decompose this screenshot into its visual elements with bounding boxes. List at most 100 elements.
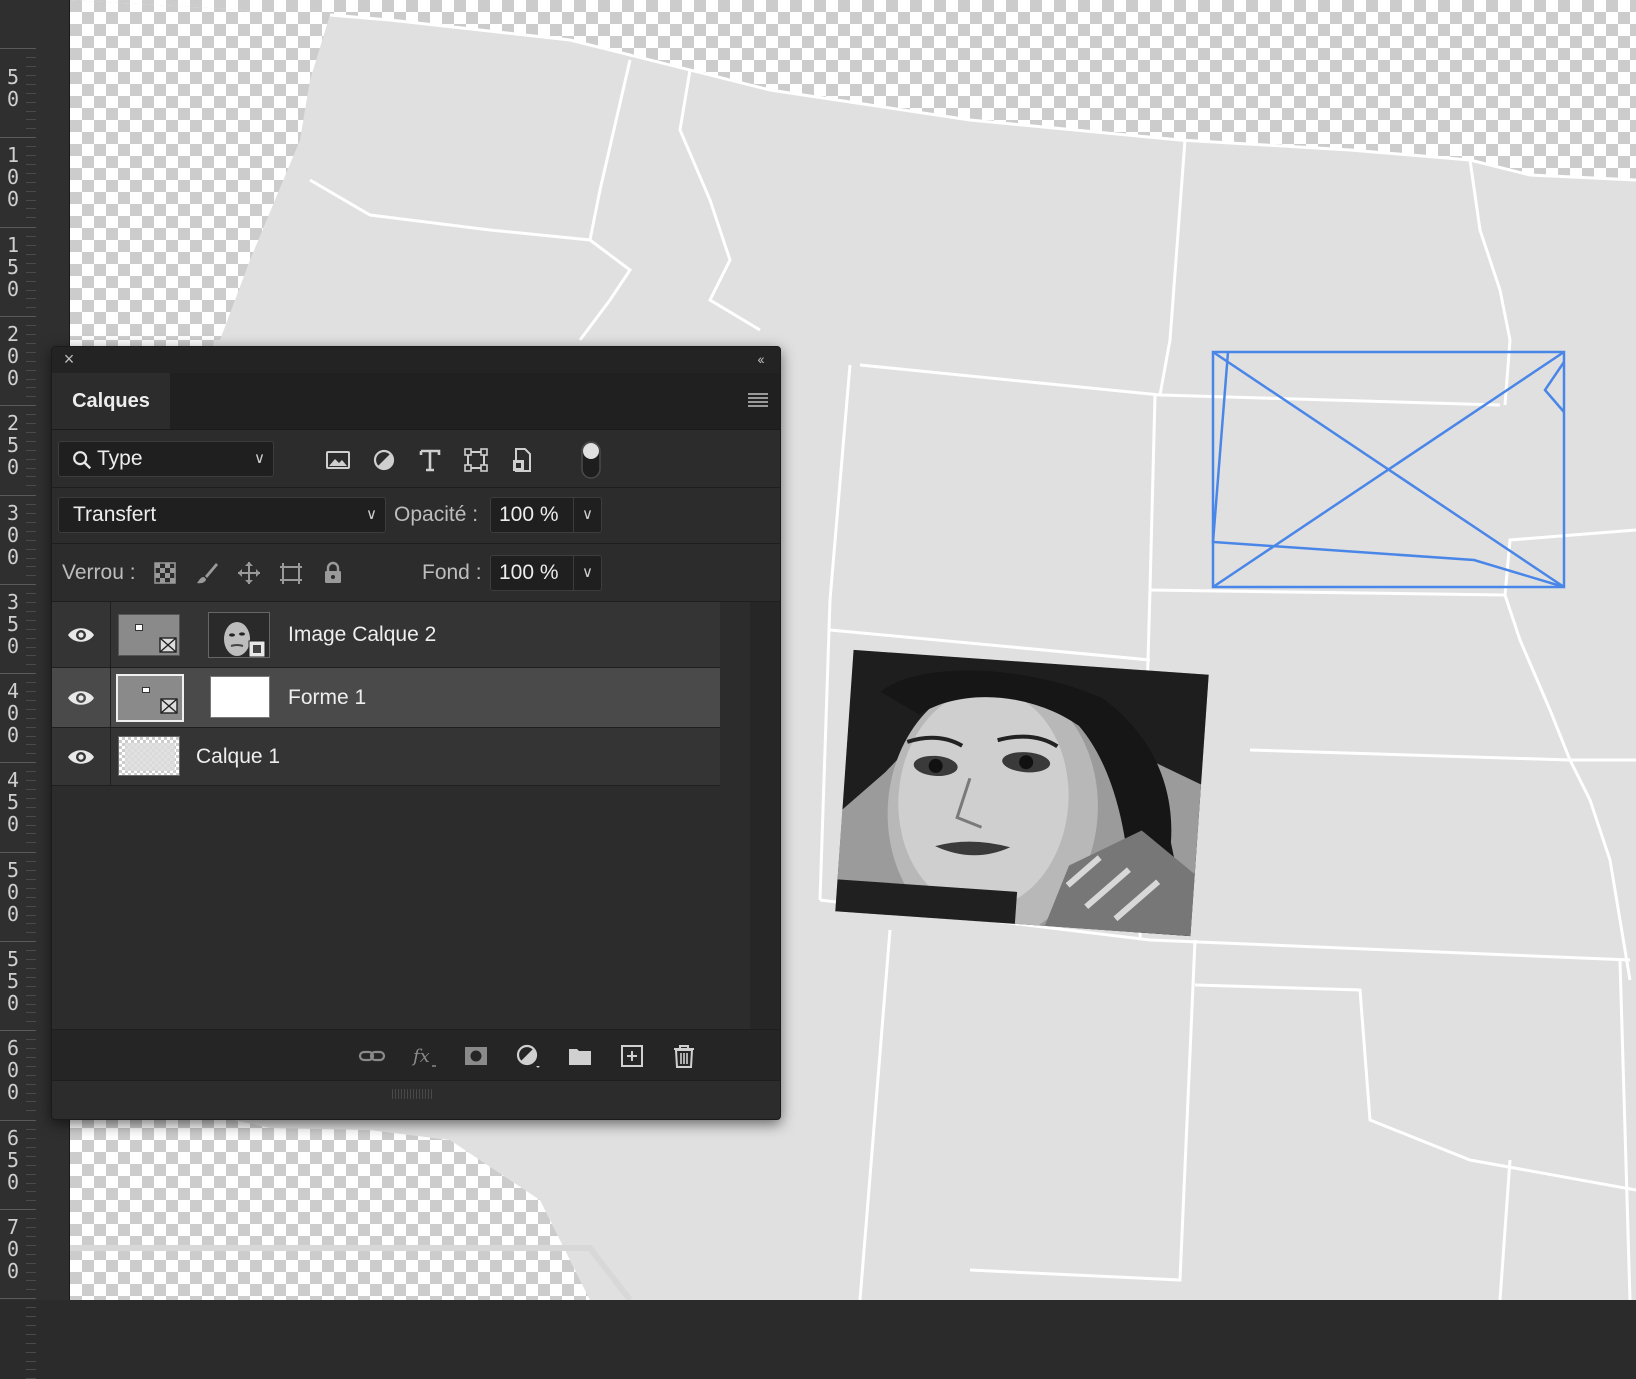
ruler-major-tick <box>0 762 36 763</box>
link-layers-icon[interactable] <box>358 1042 386 1070</box>
ruler-label: 150 <box>7 233 20 301</box>
ruler-minor-tick <box>26 906 36 907</box>
lock-label: Verrou : <box>62 561 136 584</box>
ruler-major-tick <box>0 1120 36 1121</box>
ruler-minor-tick <box>26 915 36 916</box>
ruler-minor-tick <box>26 549 36 550</box>
ruler-label: 550 <box>7 947 20 1015</box>
visibility-eye-icon[interactable] <box>66 747 96 767</box>
layer-name: Calque 1 <box>196 745 281 768</box>
blend-row: Transfert ∨ Opacité : 100 % ∨ <box>52 488 780 544</box>
ruler-minor-tick <box>26 1156 36 1157</box>
ruler-minor-tick <box>26 842 36 843</box>
ruler-major-tick <box>0 1030 36 1031</box>
delete-layer-icon[interactable] <box>670 1042 698 1070</box>
fx-icon[interactable]: fx <box>410 1042 438 1070</box>
fill-slider-button[interactable]: ∨ <box>574 555 602 591</box>
ruler-minor-tick <box>26 468 36 469</box>
ruler-minor-tick <box>26 1361 36 1362</box>
blend-mode-value: Transfert <box>73 503 157 526</box>
panel-title-bar[interactable]: × ‹‹ <box>52 347 780 374</box>
ruler-label: 400 <box>7 679 20 747</box>
ruler-minor-tick <box>26 325 36 326</box>
ruler-minor-tick <box>26 1066 36 1067</box>
visibility-eye-icon[interactable] <box>66 688 96 708</box>
panel-tab-bar: Calques <box>52 373 780 430</box>
ruler-minor-tick <box>26 387 36 388</box>
fill-input[interactable]: 100 % <box>490 555 574 591</box>
ruler-minor-tick <box>26 540 36 541</box>
layer-thumbnail <box>118 736 180 776</box>
image-filter-icon[interactable] <box>324 446 352 474</box>
type-filter-icon[interactable] <box>416 446 444 474</box>
ruler-minor-tick <box>26 441 36 442</box>
layer-calque-1[interactable]: Calque 1 <box>52 728 720 786</box>
filter-type-dropdown[interactable]: Type ∨ <box>58 441 274 477</box>
ruler-minor-tick <box>26 950 36 951</box>
ruler-minor-tick <box>26 432 36 433</box>
ruler-minor-tick <box>26 379 36 380</box>
ruler-minor-tick <box>26 263 36 264</box>
opacity-input[interactable]: 100 % <box>490 497 574 533</box>
close-panel-button[interactable]: × <box>60 349 78 369</box>
ruler-minor-tick <box>26 825 36 826</box>
ruler-major-tick <box>0 316 36 317</box>
ruler-minor-tick <box>26 593 36 594</box>
ruler-minor-tick <box>26 1004 36 1005</box>
collapse-panel-button[interactable]: ‹‹ <box>750 349 770 369</box>
ruler-minor-tick <box>26 736 36 737</box>
ruler-minor-tick <box>26 513 36 514</box>
panel-resize-grip[interactable] <box>392 1089 432 1099</box>
ruler-minor-tick <box>26 1227 36 1228</box>
ruler-minor-tick <box>26 968 36 969</box>
panel-menu-icon[interactable] <box>748 393 768 407</box>
ruler-minor-tick <box>26 57 36 58</box>
ruler-minor-tick <box>26 611 36 612</box>
layer-forme-1[interactable]: Forme 1 <box>52 668 720 728</box>
filter-row: Type ∨ <box>52 430 780 488</box>
ruler-minor-tick <box>26 298 36 299</box>
ruler-minor-tick <box>26 1289 36 1290</box>
ruler-minor-tick <box>26 888 36 889</box>
shape-filter-icon[interactable] <box>462 446 490 474</box>
adjustment-filter-icon[interactable] <box>370 446 398 474</box>
ruler-minor-tick <box>26 798 36 799</box>
ruler-minor-tick <box>26 1369 36 1370</box>
lock-all-icon[interactable] <box>320 560 346 586</box>
ruler-minor-tick <box>26 164 36 165</box>
new-layer-icon[interactable] <box>618 1042 646 1070</box>
ruler-minor-tick <box>26 727 36 728</box>
blend-mode-dropdown[interactable]: Transfert ∨ <box>58 497 386 533</box>
visibility-eye-icon[interactable] <box>66 625 96 645</box>
ruler-minor-tick <box>26 1325 36 1326</box>
layers-scrollbar[interactable] <box>750 602 780 1029</box>
lock-artboard-icon[interactable] <box>278 560 304 586</box>
smart-object-filter-icon[interactable] <box>508 446 536 474</box>
ruler-minor-tick <box>26 200 36 201</box>
ruler-minor-tick <box>26 861 36 862</box>
filter-toggle-icon[interactable] <box>580 440 602 480</box>
layer-image-calque-2[interactable]: Image Calque 2 <box>52 602 720 668</box>
filter-type-value: Type <box>97 447 143 470</box>
ruler-minor-tick <box>26 1084 36 1085</box>
ruler-minor-tick <box>26 111 36 112</box>
ruler-label: 200 <box>7 322 20 390</box>
lock-pixels-icon[interactable] <box>194 560 220 586</box>
new-adjustment-icon[interactable] <box>514 1042 542 1070</box>
ruler-label: 250 <box>7 411 20 479</box>
ruler-label: 650 <box>7 1126 20 1194</box>
add-mask-icon[interactable] <box>462 1042 490 1070</box>
tab-calques[interactable]: Calques <box>52 373 170 429</box>
new-group-icon[interactable] <box>566 1042 594 1070</box>
ruler-minor-tick <box>26 173 36 174</box>
ruler-minor-tick <box>26 1236 36 1237</box>
ruler-major-tick <box>0 852 36 853</box>
ruler-minor-tick <box>26 272 36 273</box>
ruler-minor-tick <box>26 370 36 371</box>
lock-transparency-icon[interactable] <box>152 560 178 586</box>
opacity-slider-button[interactable]: ∨ <box>574 497 602 533</box>
lock-position-icon[interactable] <box>236 560 262 586</box>
ruler-minor-tick <box>26 208 36 209</box>
ruler-minor-tick <box>26 1039 36 1040</box>
ruler-minor-tick <box>26 780 36 781</box>
